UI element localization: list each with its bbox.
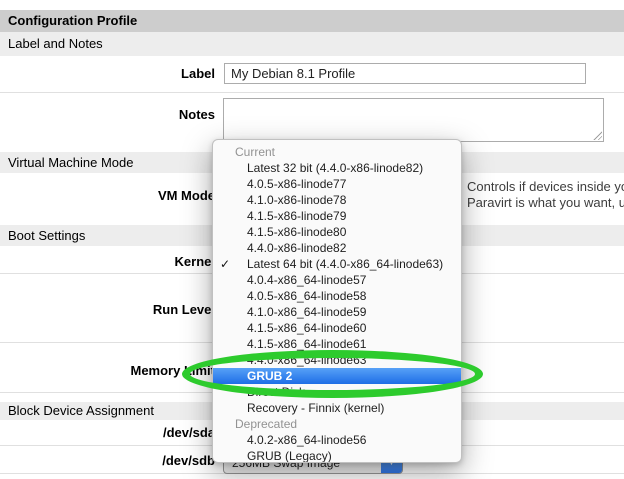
checkmark-icon: ✓: [220, 256, 230, 272]
dropdown-item[interactable]: 4.0.5-x86-linode77: [213, 176, 461, 192]
dropdown-item-label: 4.1.5-x86_64-linode60: [247, 321, 366, 335]
page-title: Configuration Profile: [0, 10, 624, 32]
vm-mode-help-line1: Controls if devices inside your: [467, 179, 624, 195]
dropdown-item[interactable]: 4.0.5-x86_64-linode58: [213, 288, 461, 304]
dropdown-item-label: Deprecated: [235, 417, 297, 431]
dropdown-item[interactable]: 4.4.0-x86-linode82: [213, 240, 461, 256]
dropdown-item[interactable]: Recovery - Finnix (kernel): [213, 400, 461, 416]
dropdown-item[interactable]: 4.0.4-x86_64-linode57: [213, 272, 461, 288]
kernel-dropdown-menu[interactable]: Current Latest 32 bit (4.4.0-x86-linode82…: [212, 139, 462, 463]
dropdown-item-label: GRUB (Legacy): [247, 449, 332, 463]
run-level-label: Run Level: [0, 302, 215, 318]
dropdown-item-label: 4.1.5-x86-linode79: [247, 209, 346, 223]
resize-handle-icon[interactable]: [592, 130, 602, 140]
dropdown-item-label: 4.0.2-x86_64-linode56: [247, 433, 366, 447]
dropdown-item-label: 4.1.5-x86_64-linode61: [247, 337, 366, 351]
dropdown-item[interactable]: 4.0.2-x86_64-linode56: [213, 432, 461, 448]
dropdown-group-header: Deprecated: [213, 416, 461, 432]
dropdown-item-label: 4.1.5-x86-linode80: [247, 225, 346, 239]
dropdown-group-header: Current: [213, 144, 461, 160]
dropdown-item[interactable]: 4.1.0-x86_64-linode59: [213, 304, 461, 320]
dropdown-item[interactable]: 4.1.5-x86-linode79: [213, 208, 461, 224]
dev-sda-label: /dev/sda: [0, 425, 215, 441]
vm-mode-help-line2: Paravirt is what you want, unle: [467, 195, 624, 211]
dropdown-item-label: Latest 64 bit (4.4.0-x86_64-linode63): [247, 257, 443, 271]
section-header-label-and-notes: Label and Notes: [0, 32, 624, 56]
dropdown-item[interactable]: GRUB (Legacy): [213, 448, 461, 463]
configuration-profile-page: Configuration Profile Label and Notes La…: [0, 0, 624, 479]
dev-sdb-label: /dev/sdb: [0, 453, 215, 469]
label-field-label: Label: [0, 66, 215, 82]
dropdown-item-label: 4.4.0-x86-linode82: [247, 241, 346, 255]
dropdown-item[interactable]: 4.1.5-x86-linode80: [213, 224, 461, 240]
dropdown-item-label: 4.1.0-x86_64-linode59: [247, 305, 366, 319]
divider: [0, 92, 624, 93]
dropdown-item-label: 4.0.4-x86_64-linode57: [247, 273, 366, 287]
dropdown-item-label: 4.0.5-x86-linode77: [247, 177, 346, 191]
dropdown-item-label: Recovery - Finnix (kernel): [247, 401, 384, 415]
kernel-label: Kernel: [0, 254, 215, 270]
dropdown-item[interactable]: 4.1.5-x86_64-linode60: [213, 320, 461, 336]
dropdown-item-label: 4.0.5-x86_64-linode58: [247, 289, 366, 303]
dropdown-item[interactable]: Latest 32 bit (4.4.0-x86-linode82): [213, 160, 461, 176]
label-input[interactable]: [224, 63, 586, 84]
dropdown-item-label: Latest 32 bit (4.4.0-x86-linode82): [247, 161, 423, 175]
dropdown-item-label: 4.1.0-x86-linode78: [247, 193, 346, 207]
annotation-ellipse-highlight: [182, 350, 483, 398]
notes-field-label: Notes: [0, 107, 215, 123]
dropdown-item[interactable]: 4.1.0-x86-linode78: [213, 192, 461, 208]
vm-mode-label: VM Mode: [0, 188, 215, 204]
notes-textarea[interactable]: [223, 98, 604, 142]
dropdown-item-label: Current: [235, 145, 275, 159]
dropdown-item[interactable]: ✓ Latest 64 bit (4.4.0-x86_64-linode63): [213, 256, 461, 272]
